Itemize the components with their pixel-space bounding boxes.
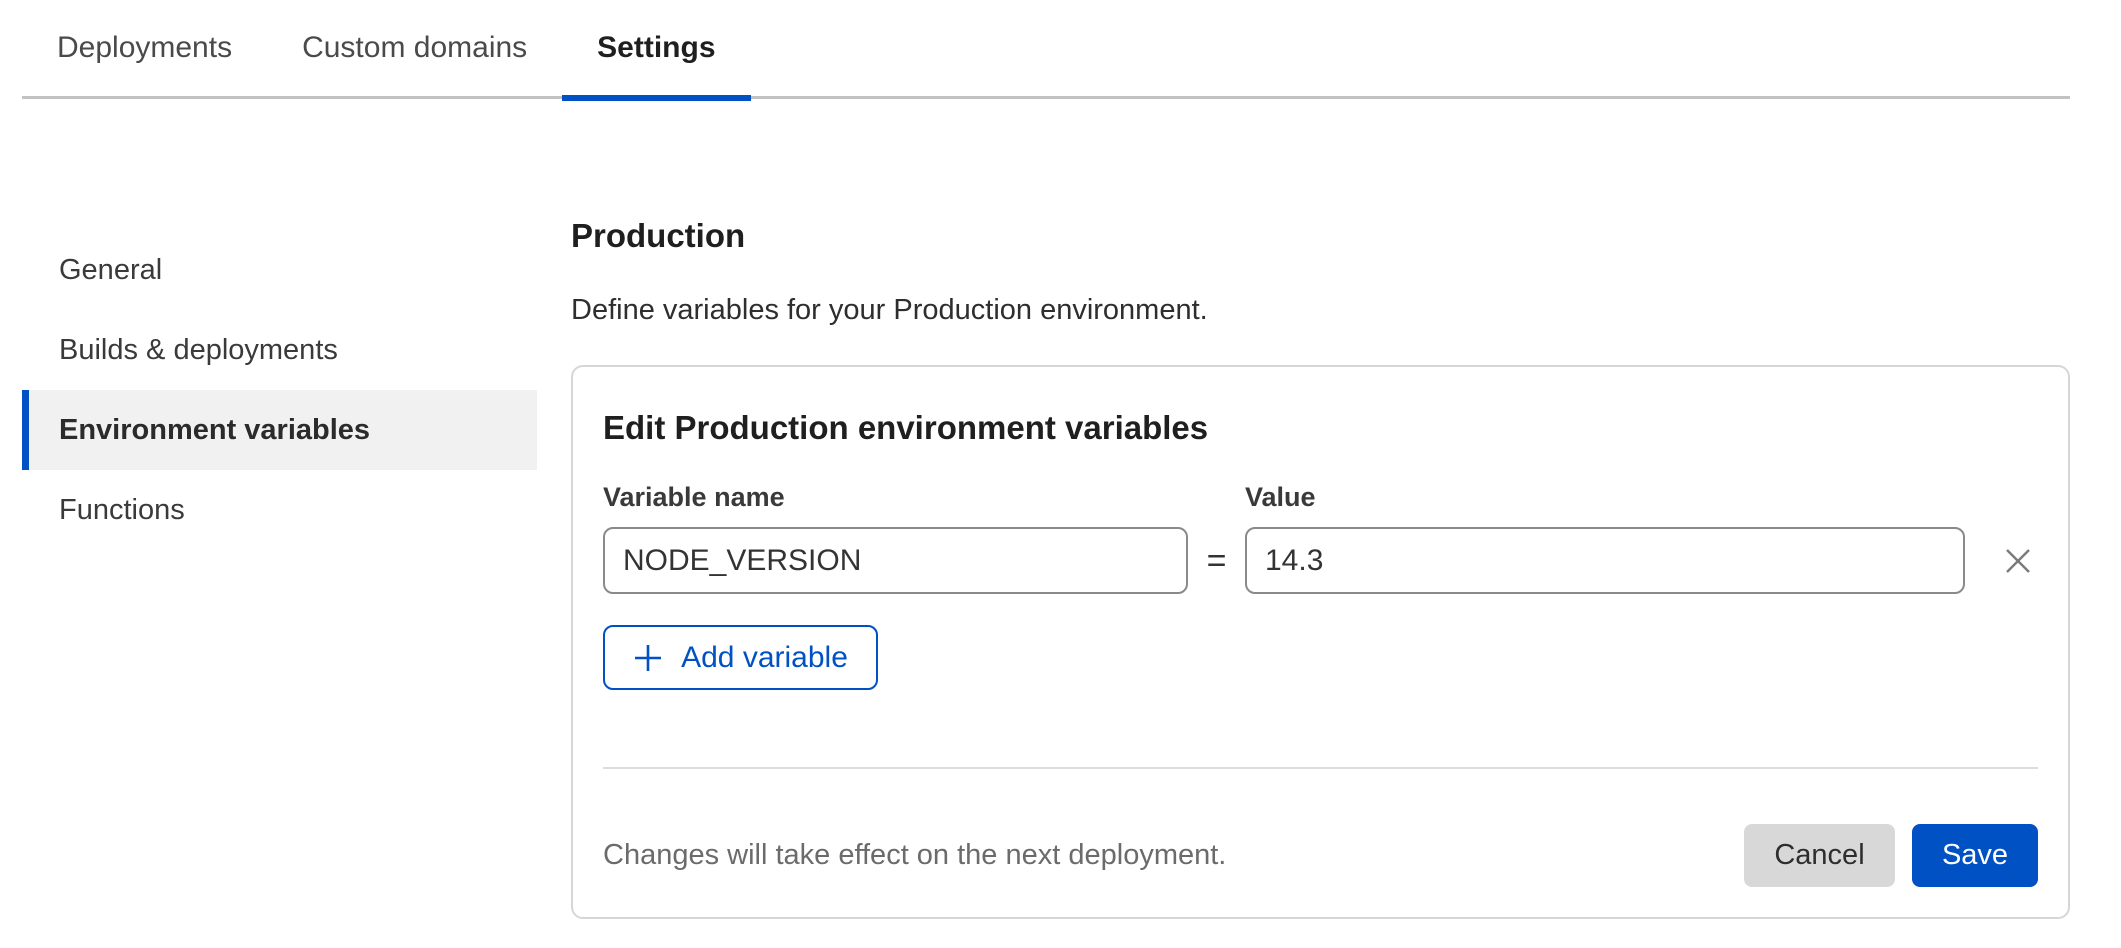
- add-variable-button[interactable]: Add variable: [603, 625, 878, 690]
- main-panel: Production Define variables for your Pro…: [537, 99, 2070, 919]
- footer-actions: Cancel Save: [1744, 824, 2038, 887]
- variable-name-label: Variable name: [603, 484, 1188, 511]
- cancel-button[interactable]: Cancel: [1744, 824, 1895, 887]
- card-title: Edit Production environment variables: [603, 411, 2038, 444]
- remove-variable-button[interactable]: [2000, 543, 2036, 579]
- environment-variables-card: Edit Production environment variables Va…: [571, 365, 2070, 919]
- variable-value-input[interactable]: [1245, 527, 1965, 594]
- equals-sign: =: [1188, 544, 1245, 578]
- x-icon: [2002, 545, 2034, 577]
- variable-row: =: [603, 527, 2038, 594]
- settings-sidebar: General Builds & deployments Environment…: [22, 99, 537, 550]
- page-title: Production: [571, 219, 2070, 252]
- sidebar-item-general[interactable]: General: [22, 230, 537, 310]
- field-labels-row: Variable name Value: [603, 484, 2038, 511]
- plus-icon: [633, 643, 663, 673]
- save-button[interactable]: Save: [1912, 824, 2038, 887]
- tab-bar: Deployments Custom domains Settings: [22, 0, 2070, 99]
- deployment-note: Changes will take effect on the next dep…: [603, 841, 1226, 870]
- card-footer: Changes will take effect on the next dep…: [603, 824, 2038, 887]
- tab-deployments[interactable]: Deployments: [22, 0, 267, 98]
- sidebar-item-builds-deployments[interactable]: Builds & deployments: [22, 310, 537, 390]
- labels-spacer: [1188, 484, 1245, 511]
- tab-custom-domains[interactable]: Custom domains: [267, 0, 562, 98]
- value-label: Value: [1245, 484, 1316, 511]
- page-description: Define variables for your Production env…: [571, 296, 2070, 325]
- sidebar-item-functions[interactable]: Functions: [22, 470, 537, 550]
- sidebar-item-environment-variables[interactable]: Environment variables: [22, 390, 537, 470]
- add-variable-label: Add variable: [681, 641, 848, 675]
- content-area: General Builds & deployments Environment…: [0, 99, 2121, 919]
- card-divider: [603, 767, 2038, 769]
- tab-settings[interactable]: Settings: [562, 0, 750, 98]
- variable-name-input[interactable]: [603, 527, 1188, 594]
